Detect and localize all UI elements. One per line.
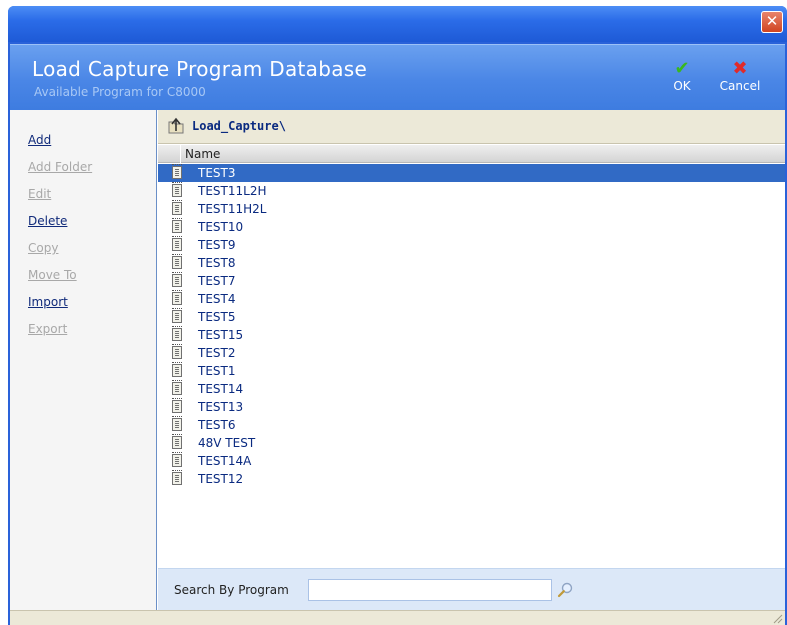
list-item[interactable]: TEST12 xyxy=(158,470,785,488)
file-browser: Load_Capture\ Name TEST3 TEST11L2H TEST11H… xyxy=(158,110,785,610)
list-item-label: TEST11L2H xyxy=(198,184,267,198)
document-icon xyxy=(172,308,182,323)
list-item[interactable]: TEST14 xyxy=(158,380,785,398)
search-bar: Search By Program xyxy=(158,568,785,610)
list-item-label: TEST10 xyxy=(198,220,244,234)
document-icon xyxy=(172,218,182,233)
sidebar-item-move-to: Move To xyxy=(28,268,77,282)
list-item[interactable]: TEST13 xyxy=(158,398,785,416)
list-item-label: TEST9 xyxy=(198,238,236,252)
list-item[interactable]: TEST4 xyxy=(158,290,785,308)
sidebar-item-delete[interactable]: Delete xyxy=(28,214,67,228)
page-subtitle: Available Program for C8000 xyxy=(34,85,206,99)
search-input[interactable] xyxy=(308,579,552,601)
document-icon xyxy=(172,452,182,467)
document-icon xyxy=(172,362,182,377)
list-item[interactable]: TEST11H2L xyxy=(158,200,785,218)
document-icon xyxy=(172,470,182,485)
sidebar-item-add[interactable]: Add xyxy=(28,133,51,147)
resize-grip-icon[interactable] xyxy=(771,612,783,624)
page-title: Load Capture Program Database xyxy=(32,57,368,81)
breadcrumb: Load_Capture\ xyxy=(158,110,785,144)
list-item[interactable]: TEST9 xyxy=(158,236,785,254)
document-icon xyxy=(172,164,182,179)
list-item[interactable]: TEST8 xyxy=(158,254,785,272)
list-item-label: TEST11H2L xyxy=(198,202,267,216)
close-button[interactable]: ✕ xyxy=(761,11,783,33)
ok-label: OK xyxy=(673,79,691,93)
x-icon: ✖ xyxy=(732,58,748,79)
title-bar[interactable]: ✕ xyxy=(8,6,787,42)
dialog-body: Add Add Folder Edit Delete Copy Move To … xyxy=(10,110,785,610)
document-icon xyxy=(172,200,182,215)
ok-button[interactable]: ✔ OK xyxy=(657,59,707,103)
list-item[interactable]: 48V TEST xyxy=(158,434,785,452)
document-icon xyxy=(172,416,182,431)
action-sidebar: Add Add Folder Edit Delete Copy Move To … xyxy=(10,110,157,610)
list-item-label: TEST4 xyxy=(198,292,236,306)
list-item-label: TEST3 xyxy=(198,166,236,180)
cancel-button[interactable]: ✖ Cancel xyxy=(715,59,765,103)
list-item-label: TEST7 xyxy=(198,274,236,288)
sidebar-item-edit: Edit xyxy=(28,187,52,201)
dialog-header: Load Capture Program Database Available … xyxy=(10,44,785,110)
folder-up-icon[interactable] xyxy=(166,116,186,136)
dialog-window: ✕ Load Capture Program Database Availabl… xyxy=(8,6,787,625)
list-item-label: TEST1 xyxy=(198,364,236,378)
program-list: TEST3 TEST11L2H TEST11H2L TEST10 TEST9 TEST8 T… xyxy=(158,164,785,488)
document-icon xyxy=(172,434,182,449)
sidebar-item-export: Export xyxy=(28,322,68,336)
list-item-label: TEST14 xyxy=(198,382,244,396)
status-bar xyxy=(10,610,785,625)
list-item-label: TEST8 xyxy=(198,256,236,270)
document-icon xyxy=(172,272,182,287)
document-icon xyxy=(172,236,182,251)
document-icon xyxy=(172,344,182,359)
document-icon xyxy=(172,398,182,413)
list-item[interactable]: TEST3 xyxy=(158,164,785,182)
list-item-label: TEST6 xyxy=(198,418,236,432)
check-icon: ✔ xyxy=(674,58,690,79)
list-item[interactable]: TEST15 xyxy=(158,326,785,344)
sidebar-item-add-folder: Add Folder xyxy=(28,160,93,174)
current-path: Load_Capture\ xyxy=(192,119,286,133)
list-item[interactable]: TEST14A xyxy=(158,452,785,470)
document-icon xyxy=(172,380,182,395)
close-icon: ✕ xyxy=(765,12,779,30)
list-item[interactable]: TEST1 xyxy=(158,362,785,380)
cancel-label: Cancel xyxy=(719,79,761,93)
list-item[interactable]: TEST7 xyxy=(158,272,785,290)
document-icon xyxy=(172,254,182,269)
document-icon xyxy=(172,290,182,305)
document-icon xyxy=(172,326,182,341)
list-item-label: TEST12 xyxy=(198,472,244,486)
list-item-label: TEST2 xyxy=(198,346,236,360)
list-item[interactable]: TEST2 xyxy=(158,344,785,362)
list-header: Name xyxy=(158,145,785,163)
list-item-label: TEST13 xyxy=(198,400,244,414)
list-item-label: 48V TEST xyxy=(198,436,256,450)
search-label: Search By Program xyxy=(174,583,289,597)
list-item[interactable]: TEST11L2H xyxy=(158,182,785,200)
sidebar-item-import[interactable]: Import xyxy=(28,295,68,309)
search-icon[interactable] xyxy=(556,581,574,599)
list-item[interactable]: TEST6 xyxy=(158,416,785,434)
list-item-label: TEST5 xyxy=(198,310,236,324)
list-item-label: TEST15 xyxy=(198,328,244,342)
list-item-label: TEST14A xyxy=(198,454,252,468)
sidebar-item-copy: Copy xyxy=(28,241,59,255)
list-item[interactable]: TEST10 xyxy=(158,218,785,236)
list-item[interactable]: TEST5 xyxy=(158,308,785,326)
column-header-name[interactable]: Name xyxy=(180,145,220,163)
document-icon xyxy=(172,182,182,197)
